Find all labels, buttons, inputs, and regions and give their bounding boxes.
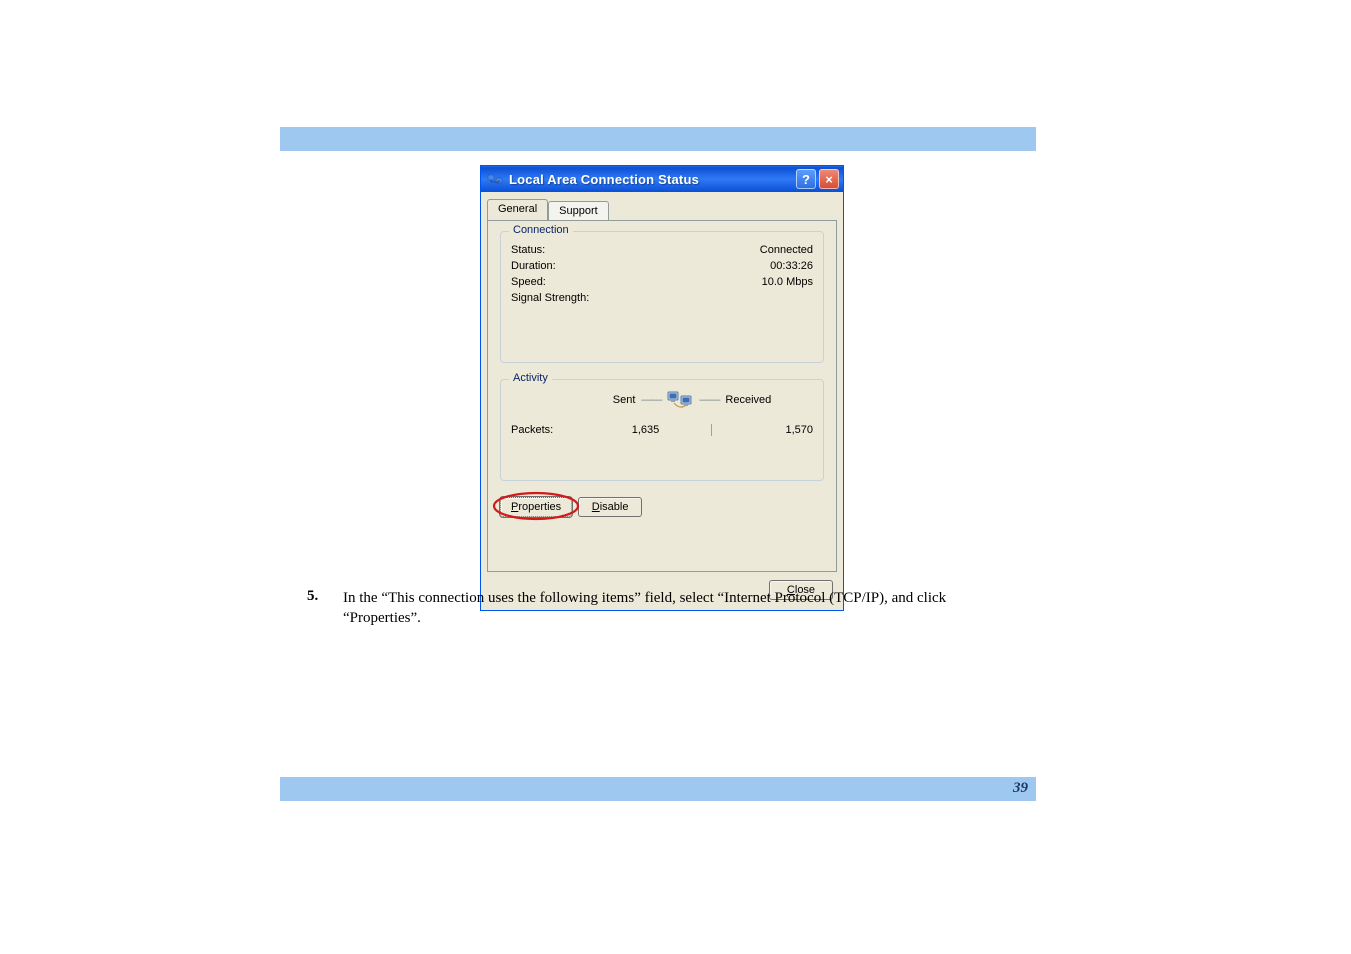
sent-label: Sent <box>613 394 636 406</box>
monitors-icon <box>667 388 693 412</box>
connection-legend: Connection <box>509 224 573 236</box>
page-number: 39 <box>1013 780 1028 797</box>
instruction-step-5: 5. In the “This connection uses the foll… <box>307 588 1027 629</box>
header-bar <box>280 127 1036 151</box>
tab-general[interactable]: General <box>487 199 548 221</box>
footer-bar: 39 <box>280 777 1036 801</box>
tab-general-label: General <box>498 203 537 215</box>
network-icon <box>487 171 503 187</box>
tab-panel-general: Connection Status: Connected Duration: 0… <box>487 220 837 572</box>
properties-rest: roperties <box>518 501 561 513</box>
packets-label: Packets: <box>511 424 612 436</box>
tab-strip: General Support <box>487 199 837 221</box>
titlebar: Local Area Connection Status ? × <box>481 166 843 192</box>
step-number: 5. <box>307 588 343 629</box>
sent-line: —— <box>641 394 661 406</box>
disable-button[interactable]: Disable <box>578 497 642 517</box>
packets-row: Packets: 1,635 1,570 <box>511 424 813 436</box>
activity-center: Sent —— <box>613 388 772 412</box>
step-text: In the “This connection uses the followi… <box>343 588 1027 629</box>
properties-highlight-wrap: Properties <box>500 497 572 517</box>
tab-support[interactable]: Support <box>548 201 609 221</box>
duration-row: Duration: 00:33:26 <box>511 260 813 272</box>
received-line: —— <box>699 394 719 406</box>
dialog-title: Local Area Connection Status <box>509 172 793 187</box>
speed-row: Speed: 10.0 Mbps <box>511 276 813 288</box>
close-button[interactable]: × <box>819 169 839 189</box>
tab-support-label: Support <box>559 205 598 217</box>
activity-group: Activity Sent —— <box>500 379 824 481</box>
connection-status-dialog: Local Area Connection Status ? × General… <box>480 165 844 611</box>
packets-sent: 1,635 <box>612 424 713 436</box>
signal-label: Signal Strength: <box>511 292 589 304</box>
signal-row: Signal Strength: <box>511 292 813 304</box>
activity-legend: Activity <box>509 372 552 384</box>
status-value: Connected <box>760 244 813 256</box>
speed-label: Speed: <box>511 276 546 288</box>
help-icon: ? <box>802 173 810 186</box>
duration-label: Duration: <box>511 260 556 272</box>
help-button[interactable]: ? <box>796 169 816 189</box>
duration-value: 00:33:26 <box>770 260 813 272</box>
tab-area: General Support Connection Status: Conne… <box>481 192 843 572</box>
activity-header: Sent —— <box>511 388 813 412</box>
speed-value: 10.0 Mbps <box>762 276 813 288</box>
close-icon: × <box>825 173 833 186</box>
properties-button[interactable]: Properties <box>500 497 572 517</box>
packets-received: 1,570 <box>712 424 813 436</box>
disable-rest: isable <box>600 501 629 513</box>
received-label: Received <box>725 394 771 406</box>
status-row: Status: Connected <box>511 244 813 256</box>
connection-group: Connection Status: Connected Duration: 0… <box>500 231 824 363</box>
button-row: Properties Disable <box>500 497 824 517</box>
status-label: Status: <box>511 244 545 256</box>
disable-underline: D <box>592 501 600 513</box>
document-page: Local Area Connection Status ? × General… <box>0 0 1351 954</box>
